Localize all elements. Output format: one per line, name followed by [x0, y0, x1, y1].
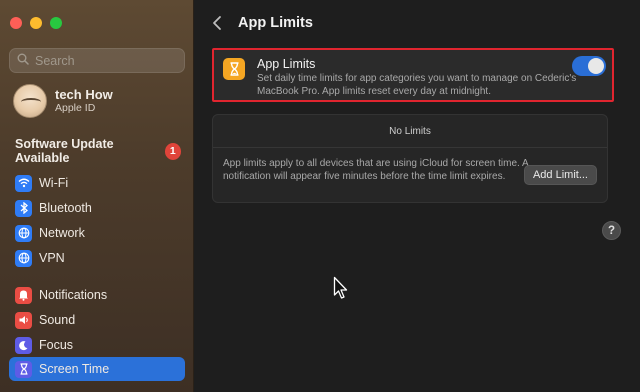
app-limits-toggle[interactable]: [572, 56, 606, 76]
sidebar-item-label: Bluetooth: [39, 201, 92, 215]
mouse-pointer-icon: [333, 276, 349, 305]
divider: [213, 147, 607, 148]
sidebar-item-label: VPN: [39, 251, 65, 265]
close-window-button[interactable]: [10, 17, 22, 29]
speaker-icon: [15, 311, 32, 329]
zoom-window-button[interactable]: [50, 17, 62, 29]
apple-id-profile[interactable]: tech How Apple ID: [13, 84, 113, 118]
page-title: App Limits: [238, 15, 313, 31]
hourglass-icon: [223, 58, 245, 80]
main-pane: App Limits App Limits Set daily time lim…: [195, 0, 640, 392]
sidebar-item-label: Notifications: [39, 288, 108, 302]
search-icon: [17, 52, 29, 70]
sidebar-item-screen-time[interactable]: Screen Time: [9, 357, 185, 381]
sidebar-item-label: Network: [39, 226, 85, 240]
no-limits-label: No Limits: [389, 126, 431, 137]
globe-icon: [15, 224, 32, 242]
minimize-window-button[interactable]: [30, 17, 42, 29]
sidebar-item-bluetooth[interactable]: Bluetooth: [9, 196, 185, 220]
sidebar: tech How Apple ID Software Update Availa…: [0, 0, 194, 392]
bell-icon: [15, 286, 32, 304]
back-chevron-icon[interactable]: [212, 15, 222, 36]
toggle-knob: [588, 58, 604, 74]
profile-name: tech How: [55, 87, 113, 102]
sidebar-item-network[interactable]: Network: [9, 221, 185, 245]
sidebar-item-vpn[interactable]: VPN: [9, 246, 185, 270]
moon-icon: [15, 336, 32, 354]
hourglass-icon: [15, 360, 32, 378]
sidebar-item-label: Wi-Fi: [39, 176, 69, 190]
sidebar-item-notifications[interactable]: Notifications: [9, 283, 185, 307]
app-limits-description: Set daily time limits for app categories…: [257, 73, 577, 97]
help-button[interactable]: ?: [602, 221, 621, 240]
add-limit-button[interactable]: Add Limit...: [523, 165, 597, 185]
software-update-item[interactable]: Software Update Available 1: [15, 137, 181, 165]
app-limits-title: App Limits: [257, 57, 316, 71]
app-limits-card: App Limits Set daily time limits for app…: [212, 48, 614, 102]
sidebar-item-label: Screen Time: [39, 362, 110, 376]
search-field[interactable]: [9, 48, 185, 73]
limits-description: App limits apply to all devices that are…: [223, 158, 529, 182]
window-controls: [10, 17, 62, 29]
limits-list-card: No Limits App limits apply to all device…: [212, 114, 608, 203]
search-input[interactable]: [35, 53, 175, 68]
sidebar-item-focus[interactable]: Focus: [9, 333, 185, 357]
sidebar-item-label: Sound: [39, 313, 76, 327]
software-update-label: Software Update Available: [15, 137, 114, 165]
wifi-icon: [15, 174, 32, 192]
profile-subtitle: Apple ID: [55, 102, 96, 114]
sidebar-item-sound[interactable]: Sound: [9, 308, 185, 332]
vpn-globe-icon: [15, 249, 32, 267]
sidebar-item-label: Focus: [39, 338, 74, 352]
bluetooth-icon: [15, 199, 32, 217]
update-count-badge: 1: [164, 142, 181, 160]
sidebar-item-wifi[interactable]: Wi-Fi: [9, 171, 185, 195]
avatar: [13, 84, 47, 118]
